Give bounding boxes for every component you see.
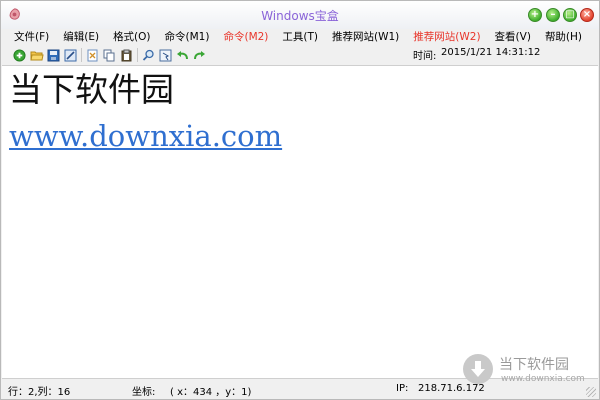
paste-button[interactable] — [118, 47, 135, 64]
paste-icon — [121, 49, 132, 61]
menu-format[interactable]: 格式(O) — [106, 29, 157, 45]
save-icon — [47, 49, 60, 61]
pin-button[interactable]: + — [528, 8, 542, 22]
toolbar — [11, 46, 208, 64]
ip-value: 218.71.6.172 — [418, 383, 485, 394]
watermark-logo — [463, 354, 493, 384]
copy-icon — [103, 49, 115, 61]
title-bar[interactable]: Windows宝盒 + – □ × — [1, 1, 599, 29]
select-icon — [159, 49, 172, 61]
menu-tools[interactable]: 工具(T) — [275, 29, 325, 45]
edit-icon — [64, 49, 77, 61]
menu-command-m2[interactable]: 命令(M2) — [216, 29, 275, 45]
menu-view[interactable]: 查看(V) — [488, 29, 538, 45]
copy-button[interactable] — [101, 47, 118, 64]
plus-icon: + — [530, 9, 540, 20]
open-button[interactable] — [28, 47, 45, 64]
toolbar-separator — [137, 48, 138, 62]
coord-label: 坐标: — [132, 387, 156, 398]
menu-recommended-w2[interactable]: 推荐网站(W2) — [406, 29, 487, 45]
menu-bar: 文件(F) 编辑(E) 格式(O) 命令(M1) 命令(M2) 工具(T) 推荐… — [7, 29, 589, 45]
editor-line-2-link[interactable]: www.downxia.com — [9, 118, 282, 154]
status-bar: 行：2,列：16 坐标: ( x：434 ，y：1) IP: 218.71.6.… — [2, 381, 598, 399]
minimize-icon: – — [550, 9, 556, 20]
menu-help[interactable]: 帮助(H) — [538, 29, 589, 45]
watermark-brand: 当下软件园 — [499, 357, 569, 373]
cut-button[interactable] — [84, 47, 101, 64]
find-icon — [142, 49, 154, 61]
menu-file[interactable]: 文件(F) — [7, 29, 56, 45]
app-window: Windows宝盒 + – □ × 文件(F) 编辑(E) 格式(O) 命令(M… — [0, 0, 600, 400]
toolbar-separator — [81, 48, 82, 62]
time-label: 时间: — [413, 51, 437, 62]
edit-button[interactable] — [62, 47, 79, 64]
undo-icon — [177, 50, 188, 59]
cut-icon — [87, 49, 98, 61]
close-button[interactable]: × — [580, 8, 594, 22]
open-folder-icon — [29, 51, 44, 60]
new-icon — [13, 48, 26, 62]
text-editor[interactable]: 当下软件园 www.downxia.com — [2, 65, 598, 379]
time-value: 2015/1/21 14:31:12 — [441, 47, 541, 58]
menu-recommended-w1[interactable]: 推荐网站(W1) — [325, 29, 406, 45]
coord-value: ( x：434 ，y：1) — [170, 387, 252, 398]
menu-edit[interactable]: 编辑(E) — [56, 29, 106, 45]
maximize-button[interactable]: □ — [563, 8, 577, 22]
maximize-icon: □ — [565, 9, 575, 20]
window-title: Windows宝盒 — [261, 9, 339, 23]
new-button[interactable] — [11, 47, 28, 64]
redo-button[interactable] — [191, 47, 208, 64]
resize-grip[interactable] — [586, 387, 596, 397]
cursor-position: 行：2,列：16 — [8, 387, 71, 398]
download-arrow-icon — [471, 361, 485, 377]
select-button[interactable] — [157, 47, 174, 64]
menu-command-m1[interactable]: 命令(M1) — [158, 29, 217, 45]
ip-label: IP: — [396, 383, 409, 394]
find-button[interactable] — [140, 47, 157, 64]
editor-line-1[interactable]: 当下软件园 — [9, 70, 174, 110]
close-icon: × — [582, 9, 592, 20]
redo-icon — [194, 50, 205, 59]
minimize-button[interactable]: – — [546, 8, 560, 22]
save-button[interactable] — [45, 47, 62, 64]
undo-button[interactable] — [174, 47, 191, 64]
